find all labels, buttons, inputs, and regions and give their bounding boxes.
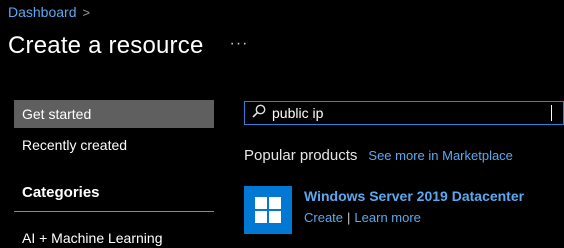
create-resource-page: Dashboard > Create a resource ··· Get st… xyxy=(0,0,564,248)
title-row: Create a resource ··· xyxy=(8,32,248,60)
product-links: Create | Learn more xyxy=(304,210,524,225)
nav-item-ai-machine-learning[interactable]: AI + Machine Learning xyxy=(14,224,214,248)
search-icon xyxy=(245,102,268,125)
page-title: Create a resource xyxy=(8,32,204,59)
product-card: Windows Server 2019 Datacenter Create | Le… xyxy=(244,186,524,234)
learn-more-link[interactable]: Learn more xyxy=(354,210,420,225)
create-link[interactable]: Create xyxy=(304,210,343,225)
product-name-link[interactable]: Windows Server 2019 Datacenter xyxy=(304,188,524,204)
search-box[interactable]: public ip xyxy=(244,101,564,125)
windows-icon[interactable] xyxy=(244,186,292,234)
search-input[interactable]: public ip xyxy=(272,105,552,121)
popular-products-header: Popular products See more in Marketplace xyxy=(244,147,513,164)
popular-products-heading: Popular products xyxy=(244,147,358,164)
text-caret xyxy=(551,105,552,121)
chevron-right-icon: > xyxy=(82,4,91,20)
nav-divider xyxy=(14,211,214,212)
more-options-button[interactable]: ··· xyxy=(230,35,249,53)
categories-heading: Categories xyxy=(22,184,100,201)
breadcrumb-dashboard-link[interactable]: Dashboard xyxy=(8,4,77,20)
see-more-marketplace-link[interactable]: See more in Marketplace xyxy=(368,148,513,163)
product-text: Windows Server 2019 Datacenter Create | Le… xyxy=(304,188,524,234)
left-nav: Get started Recently created Categories … xyxy=(14,100,214,248)
nav-item-get-started[interactable]: Get started xyxy=(14,100,214,128)
breadcrumb: Dashboard > xyxy=(8,4,90,20)
nav-item-recently-created[interactable]: Recently created xyxy=(14,131,214,159)
link-separator: | xyxy=(347,210,351,225)
